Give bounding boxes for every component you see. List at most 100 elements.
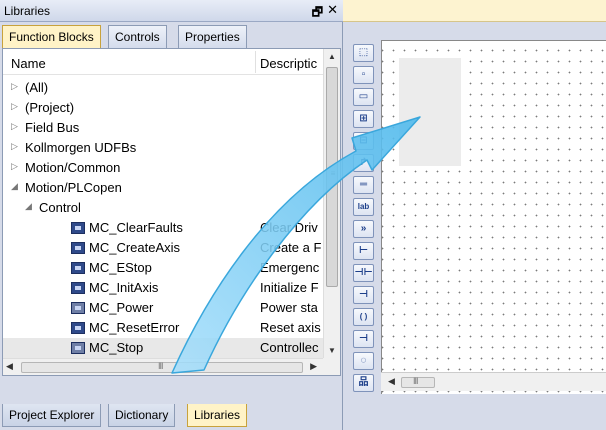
scroll-grip-icon: III [413,376,418,386]
corner-tool-icon[interactable]: ↱ [353,154,374,172]
tab-libraries[interactable]: Libraries [187,404,248,427]
tree-node[interactable]: ▷ Field Bus [3,118,323,138]
expand-arrow-icon[interactable]: ▷ [11,101,18,112]
editor-tab-strip [343,0,606,22]
app-window: Libraries 🗗 ✕ Function Blocks Controls P… [0,0,606,430]
description-cell: Create a F [260,240,322,255]
function-block-icon [71,282,85,294]
scroll-corner [323,358,340,375]
block-tool-icon[interactable]: ▫ [353,66,374,84]
list-item-function-block[interactable]: MC_ClearFaults Clear Driv [3,218,323,238]
tree-node-label: Motion/Common [25,160,121,175]
column-header-name[interactable]: Name [11,56,46,71]
function-block-icon [71,322,85,334]
lasso-tool-icon[interactable]: ◌ [353,352,374,370]
tree-node-label: (Project) [25,100,75,115]
list-item-function-block[interactable]: MC_Power Power sta [3,298,323,318]
tree-node-label: Motion/PLCopen [25,180,122,195]
tree-node-label: MC_InitAxis [89,280,159,295]
tab-properties[interactable]: Properties [178,25,247,48]
toolbox: ⬚ ▫ ▭ ⊞ ⊟ ↱ ═ lab » ⊢ ⊣⊢ ⊣ ( ) ⊣ ◌ 品 [353,42,375,394]
list-item-function-block[interactable]: MC_CreateAxis Create a F [3,238,323,258]
description-cell: Clear Driv [260,220,318,235]
tree-node[interactable]: ◢ Motion/PLCopen [3,178,323,198]
function-block-icon [71,222,85,234]
close-icon[interactable]: ✕ [327,2,338,18]
tab-project-explorer[interactable]: Project Explorer [2,404,102,427]
editor-bottom-strip [343,394,606,430]
scroll-right-icon[interactable]: ▶ [310,361,317,372]
tree-node[interactable]: ▷ Motion/Common [3,158,323,178]
scroll-down-icon[interactable]: ▼ [324,343,340,359]
scroll-left-icon[interactable]: ◀ [388,376,395,387]
tree-node-label: MC_EStop [89,260,152,275]
tree-node-label: MC_ResetError [89,320,180,335]
coil-tool-icon[interactable]: ( ) [353,308,374,326]
panel-title-bar: Libraries 🗗 ✕ [0,0,343,22]
list-header: Name Descriptic [3,49,323,75]
tree-node-label: MC_ClearFaults [89,220,183,235]
scroll-up-icon[interactable]: ▲ [324,49,340,65]
left-rail-tool-icon[interactable]: ⊢ [353,242,374,260]
tab-function-blocks[interactable]: Function Blocks [2,25,101,49]
tree-node[interactable]: ◢ Control [3,198,323,218]
network-tool-icon[interactable]: 品 [353,374,374,392]
tree-node-label: Field Bus [25,120,80,135]
description-cell: Reset axis [260,320,321,335]
canvas-horizontal-scrollbar[interactable]: ◀ III [381,372,606,391]
description-cell: Power sta [260,300,318,315]
canvas-scroll-thumb[interactable]: III [401,376,435,388]
tree-node-label: Kollmorgen UDFBs [25,140,137,155]
libraries-panel: Libraries 🗗 ✕ Function Blocks Controls P… [0,0,343,430]
expand-arrow-icon[interactable]: ▷ [11,161,18,172]
horizontal-scroll-thumb[interactable]: III [21,361,303,373]
list-item-function-block[interactable]: MC_ResetError Reset axis [3,318,323,338]
vertical-scrollbar[interactable]: ▲ ≡ ▼ [323,49,340,359]
horizontal-scrollbar[interactable]: ◀ III ▶ [3,358,323,375]
label-tool-icon[interactable]: lab [353,198,374,216]
tree-node-label: MC_Stop [89,340,144,355]
function-block-icon [71,242,85,254]
scroll-grip-icon: ≡ [330,169,336,178]
expand-arrow-icon[interactable]: ▷ [11,141,18,152]
tab-dictionary[interactable]: Dictionary [108,404,176,427]
column-separator[interactable] [255,51,256,73]
scroll-left-icon[interactable]: ◀ [6,361,13,372]
tree-node-label: MC_CreateAxis [89,240,181,255]
tab-controls[interactable]: Controls [108,25,167,48]
column-header-description[interactable]: Descriptic [260,56,320,71]
comment-tool-icon[interactable]: ⊟ [353,132,374,150]
contact-tool-icon[interactable]: ⊣⊢ [353,264,374,282]
panel-title: Libraries [4,4,51,18]
right-rail-tool-icon[interactable]: ⊣ [353,330,374,348]
description-cell: Emergenc [260,260,320,275]
line-tool-icon[interactable]: ═ [353,176,374,194]
coil-right-tool-icon[interactable]: ⊣ [353,286,374,304]
description-cell: Initialize F [260,280,319,295]
tree-node[interactable]: ▷ (All) [3,78,323,98]
expand-arrow-icon[interactable]: ▷ [11,121,18,132]
tree-node[interactable]: ▷ (Project) [3,98,323,118]
collapse-arrow-icon[interactable]: ◢ [11,181,18,192]
tree-node-label: (All) [25,80,49,95]
expand-arrow-icon[interactable]: ▷ [11,81,18,92]
tree-node[interactable]: ▷ Kollmorgen UDFBs [3,138,323,158]
list-item-function-block[interactable]: MC_Stop Controllec [3,338,323,358]
tree-node-label: Control [39,200,81,215]
collapse-arrow-icon[interactable]: ◢ [25,201,32,212]
list-item-function-block[interactable]: MC_InitAxis Initialize F [3,278,323,298]
function-tool-icon[interactable]: ⊞ [353,110,374,128]
drop-target-area [399,58,461,166]
library-list: Name Descriptic ▷ (All) ▷ (Project) ▷ Field B… [2,48,341,376]
function-block-icon [71,302,85,314]
variable-tool-icon[interactable]: ▭ [353,88,374,106]
vertical-scroll-thumb[interactable]: ≡ [326,67,338,287]
tree-node-label: MC_Power [89,300,154,315]
scroll-grip-icon: III [158,361,163,371]
description-cell: Controllec [260,340,319,355]
pin-icon[interactable]: 🗗 [312,3,323,24]
list-item-function-block[interactable]: MC_EStop Emergenc [3,258,323,278]
jump-tool-icon[interactable]: » [353,220,374,238]
function-block-icon [71,342,85,354]
select-tool-icon[interactable]: ⬚ [353,44,374,62]
